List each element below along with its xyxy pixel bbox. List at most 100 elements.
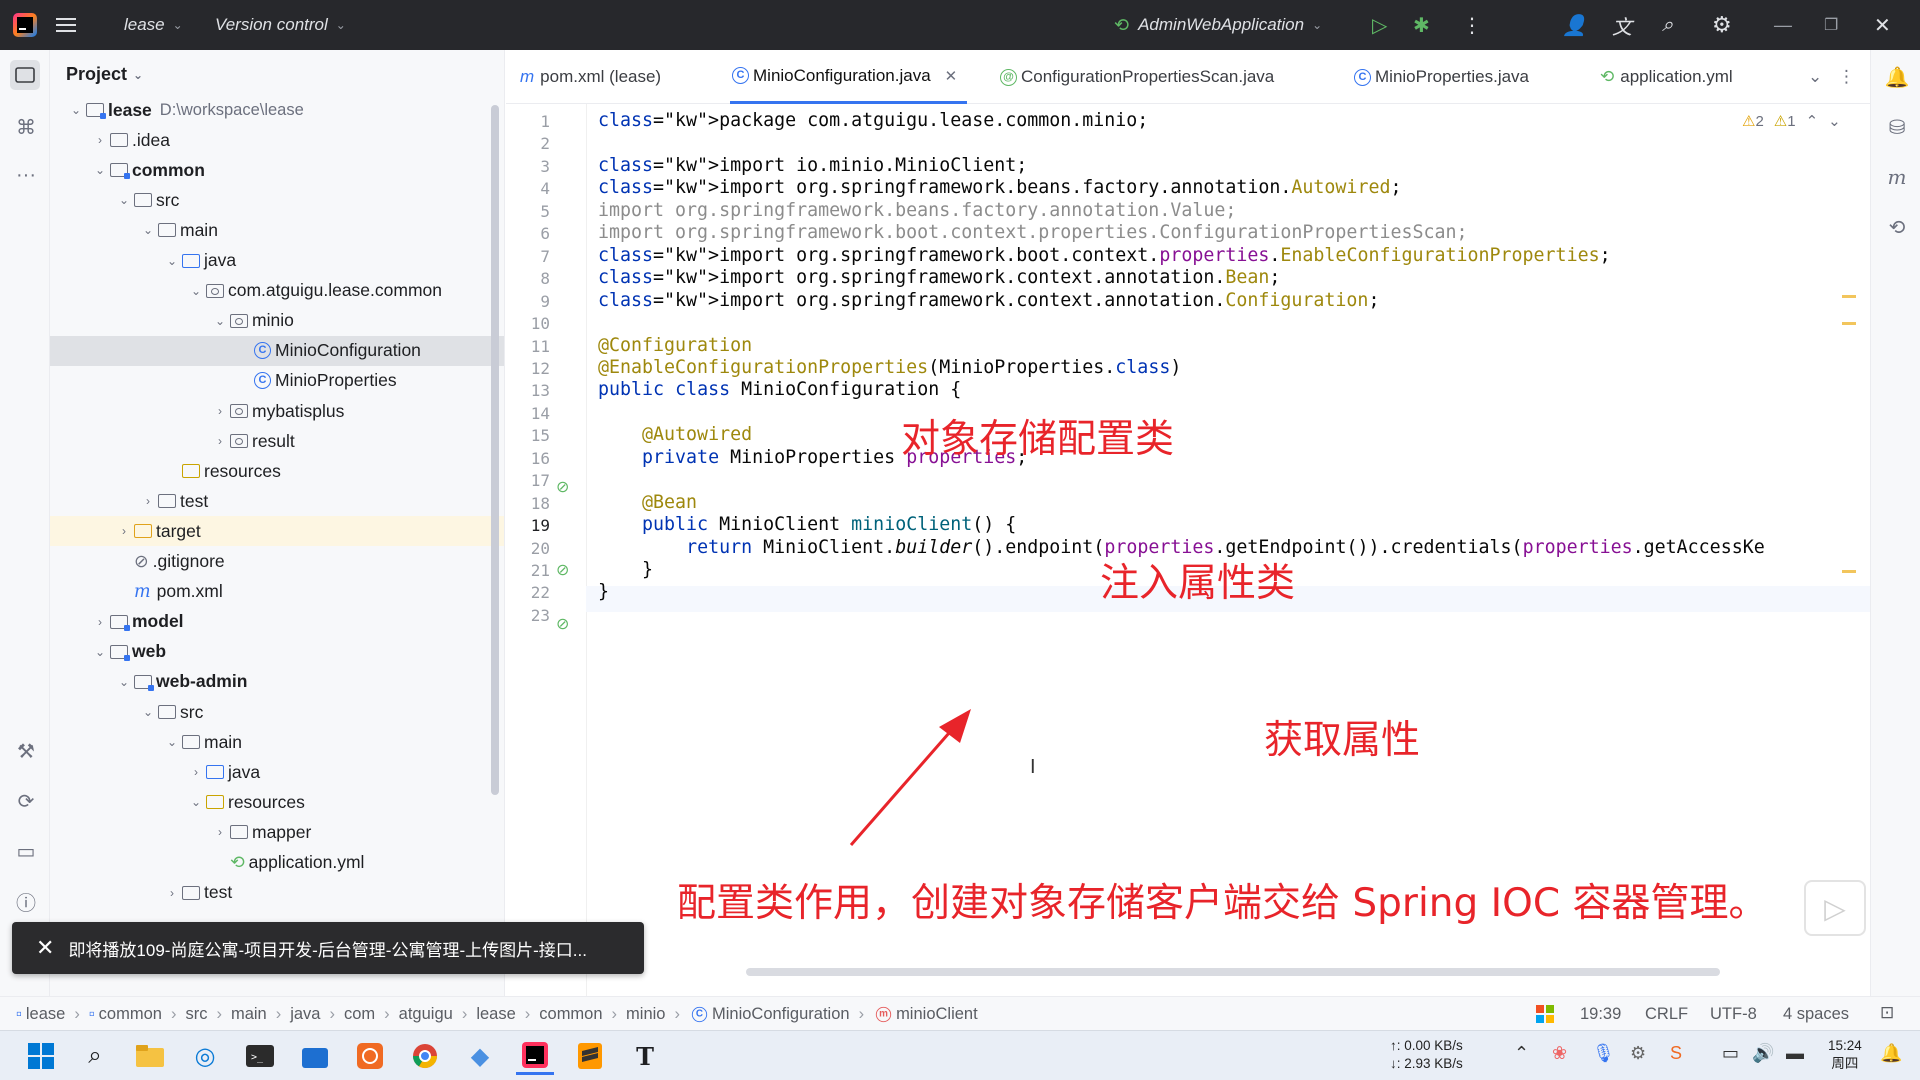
chevron-down-icon[interactable]: ⌄ bbox=[116, 675, 132, 689]
app-orange-icon[interactable] bbox=[351, 1037, 389, 1075]
terminal-icon[interactable]: >_ bbox=[241, 1037, 279, 1075]
lock-icon[interactable]: ⊡ bbox=[1880, 1003, 1894, 1023]
indent-setting[interactable]: 4 spaces bbox=[1783, 1005, 1849, 1024]
chevron-right-icon[interactable]: › bbox=[212, 434, 228, 448]
code-line[interactable]: class="kw">import org.springframework.bo… bbox=[598, 245, 1611, 266]
tree-item[interactable]: C MinioProperties bbox=[50, 366, 504, 396]
microphone-icon[interactable]: 🎙 bbox=[1592, 1043, 1615, 1064]
tree-item[interactable]: › java bbox=[50, 757, 504, 787]
tree-item[interactable]: ⌄ src bbox=[50, 185, 504, 215]
build-tool-icon[interactable]: ⚒ bbox=[13, 738, 39, 764]
code-line[interactable]: import org.springframework.boot.context.… bbox=[598, 222, 1468, 243]
run-config-selector[interactable]: ⟲ AdminWebApplication ⌄ bbox=[1115, 0, 1322, 50]
code-line[interactable]: class="kw">package com.atguigu.lease.com… bbox=[598, 110, 1148, 131]
settings-gear-icon[interactable]: ⚙ bbox=[1712, 0, 1732, 50]
search-icon[interactable]: ⌕ bbox=[1662, 0, 1673, 50]
code-line[interactable]: @EnableConfigurationProperties(MinioProp… bbox=[598, 357, 1181, 378]
breadcrumb-item[interactable]: common bbox=[99, 1005, 162, 1024]
tree-item[interactable]: ⟲ application.yml bbox=[50, 848, 504, 878]
breadcrumb-item[interactable]: src bbox=[185, 1005, 207, 1024]
code-line[interactable]: class="kw">import org.springframework.co… bbox=[598, 267, 1280, 288]
terminal-tool-icon[interactable]: ▭ bbox=[13, 838, 39, 864]
bean-gutter-icon[interactable]: ⊘ bbox=[556, 477, 569, 497]
breadcrumb-item[interactable]: main bbox=[231, 1005, 267, 1024]
tree-item[interactable]: › target bbox=[50, 516, 504, 547]
tree-item[interactable]: ⌄ web-admin bbox=[50, 667, 504, 697]
chevron-down-icon[interactable]: ⌄ bbox=[116, 193, 132, 207]
breadcrumb-item[interactable]: java bbox=[290, 1005, 320, 1024]
database-icon[interactable]: ⛁ bbox=[1884, 114, 1910, 140]
caret-position[interactable]: 19:39 bbox=[1580, 1005, 1621, 1024]
chevron-down-icon[interactable]: ⌄ bbox=[140, 223, 156, 237]
tree-item[interactable]: ⊘ .gitignore bbox=[50, 547, 504, 577]
restore-icon[interactable]: ❐ bbox=[1824, 0, 1838, 50]
project-tool-icon[interactable] bbox=[10, 60, 40, 90]
chevron-down-icon[interactable]: ⌄ bbox=[140, 705, 156, 719]
chrome-icon[interactable] bbox=[406, 1037, 444, 1075]
chevron-right-icon[interactable]: › bbox=[212, 825, 228, 839]
chevron-down-icon[interactable]: ⌄ bbox=[164, 735, 180, 749]
tree-item[interactable]: ⌄ src bbox=[50, 697, 504, 727]
tab-minio-configuration[interactable]: C MinioConfiguration.java ✕ bbox=[730, 50, 968, 104]
tree-item[interactable]: › result bbox=[50, 426, 504, 456]
chevron-down-icon[interactable]: ⌄ bbox=[188, 795, 204, 809]
tree-item[interactable]: ⌄ resources bbox=[50, 787, 504, 817]
tree-item[interactable]: › mapper bbox=[50, 817, 504, 847]
maven-tool-icon[interactable]: m bbox=[1884, 164, 1910, 190]
tree-item[interactable]: ⌄ lease D:\workspace\lease bbox=[50, 95, 504, 125]
breadcrumb-item[interactable]: MinioConfiguration bbox=[712, 1005, 850, 1024]
tree-item[interactable]: m pom.xml bbox=[50, 577, 504, 607]
tray-app-icon[interactable]: ❀ bbox=[1552, 1043, 1567, 1064]
breadcrumb-item[interactable]: minio bbox=[626, 1005, 665, 1024]
video-play-icon[interactable]: ▷ bbox=[1804, 880, 1866, 936]
breadcrumb-item[interactable]: lease bbox=[476, 1005, 515, 1024]
more-actions-icon[interactable]: ⋮ bbox=[1462, 0, 1482, 50]
code-line[interactable]: public class MinioConfiguration { bbox=[598, 379, 961, 400]
chevron-right-icon[interactable]: › bbox=[212, 404, 228, 418]
code-line[interactable]: @Configuration bbox=[598, 335, 752, 356]
tree-item[interactable]: › mybatisplus bbox=[50, 396, 504, 426]
tree-scrollbar[interactable] bbox=[491, 105, 499, 795]
app-logo-icon[interactable] bbox=[12, 0, 38, 50]
volume-icon[interactable]: 🔊 bbox=[1752, 1043, 1774, 1064]
chevron-right-icon[interactable]: › bbox=[116, 524, 132, 538]
battery-icon[interactable]: ▬ bbox=[1786, 1043, 1804, 1064]
breadcrumb-item[interactable]: lease bbox=[26, 1005, 65, 1024]
tab-application-yml[interactable]: ⟲ application.yml bbox=[1600, 50, 1733, 104]
tabs-dropdown-icon[interactable]: ⌄ bbox=[1808, 50, 1822, 104]
tree-item[interactable]: ⌄ web bbox=[50, 637, 504, 667]
code-area[interactable]: class="kw">package com.atguigu.lease.com… bbox=[506, 104, 1870, 996]
search-taskbar-icon[interactable]: ⌕ bbox=[76, 1037, 114, 1075]
more-tools-icon[interactable]: ··· bbox=[13, 162, 39, 188]
chevron-down-icon[interactable]: ⌄ bbox=[68, 103, 84, 117]
breadcrumb-item[interactable]: common bbox=[539, 1005, 602, 1024]
tree-item[interactable]: ⌄ main bbox=[50, 215, 504, 245]
close-toast-icon[interactable]: ✕ bbox=[36, 935, 54, 961]
start-icon[interactable] bbox=[22, 1037, 60, 1075]
add-user-icon[interactable]: 👤 bbox=[1562, 0, 1587, 50]
tree-item[interactable]: ⌄ minio bbox=[50, 306, 504, 336]
tree-item[interactable]: › test bbox=[50, 486, 504, 516]
tab-configuration-properties-scan[interactable]: @ ConfigurationPropertiesScan.java bbox=[998, 50, 1274, 104]
code-line[interactable]: } bbox=[598, 559, 653, 580]
tree-item[interactable]: ⌄ java bbox=[50, 246, 504, 276]
structure-tool-icon[interactable]: ⌘ bbox=[13, 114, 39, 140]
chevron-down-icon[interactable]: ⌄ bbox=[212, 314, 228, 328]
chevron-right-icon[interactable]: › bbox=[92, 615, 108, 629]
close-tab-icon[interactable]: ✕ bbox=[945, 67, 958, 85]
debug-icon[interactable]: ✱ bbox=[1413, 0, 1430, 50]
code-line[interactable]: class="kw">import org.springframework.co… bbox=[598, 290, 1379, 311]
breadcrumb-item[interactable]: atguigu bbox=[399, 1005, 453, 1024]
tree-item[interactable]: ⌄ main bbox=[50, 727, 504, 757]
store-icon[interactable] bbox=[296, 1037, 334, 1075]
tree-item[interactable]: C MinioConfiguration bbox=[50, 335, 504, 366]
main-menu-icon[interactable] bbox=[56, 0, 76, 50]
tab-minio-properties[interactable]: C MinioProperties.java bbox=[1352, 50, 1529, 104]
tab-pom-xml[interactable]: m pom.xml (lease) bbox=[520, 50, 661, 104]
code-line[interactable]: import org.springframework.beans.factory… bbox=[598, 200, 1236, 221]
display-icon[interactable]: ▭ bbox=[1722, 1043, 1739, 1064]
sublime-icon[interactable] bbox=[571, 1037, 609, 1075]
tree-item[interactable]: resources bbox=[50, 456, 504, 486]
close-window-icon[interactable]: ✕ bbox=[1874, 0, 1891, 50]
problems-tool-icon[interactable]: ⓘ bbox=[13, 888, 39, 915]
